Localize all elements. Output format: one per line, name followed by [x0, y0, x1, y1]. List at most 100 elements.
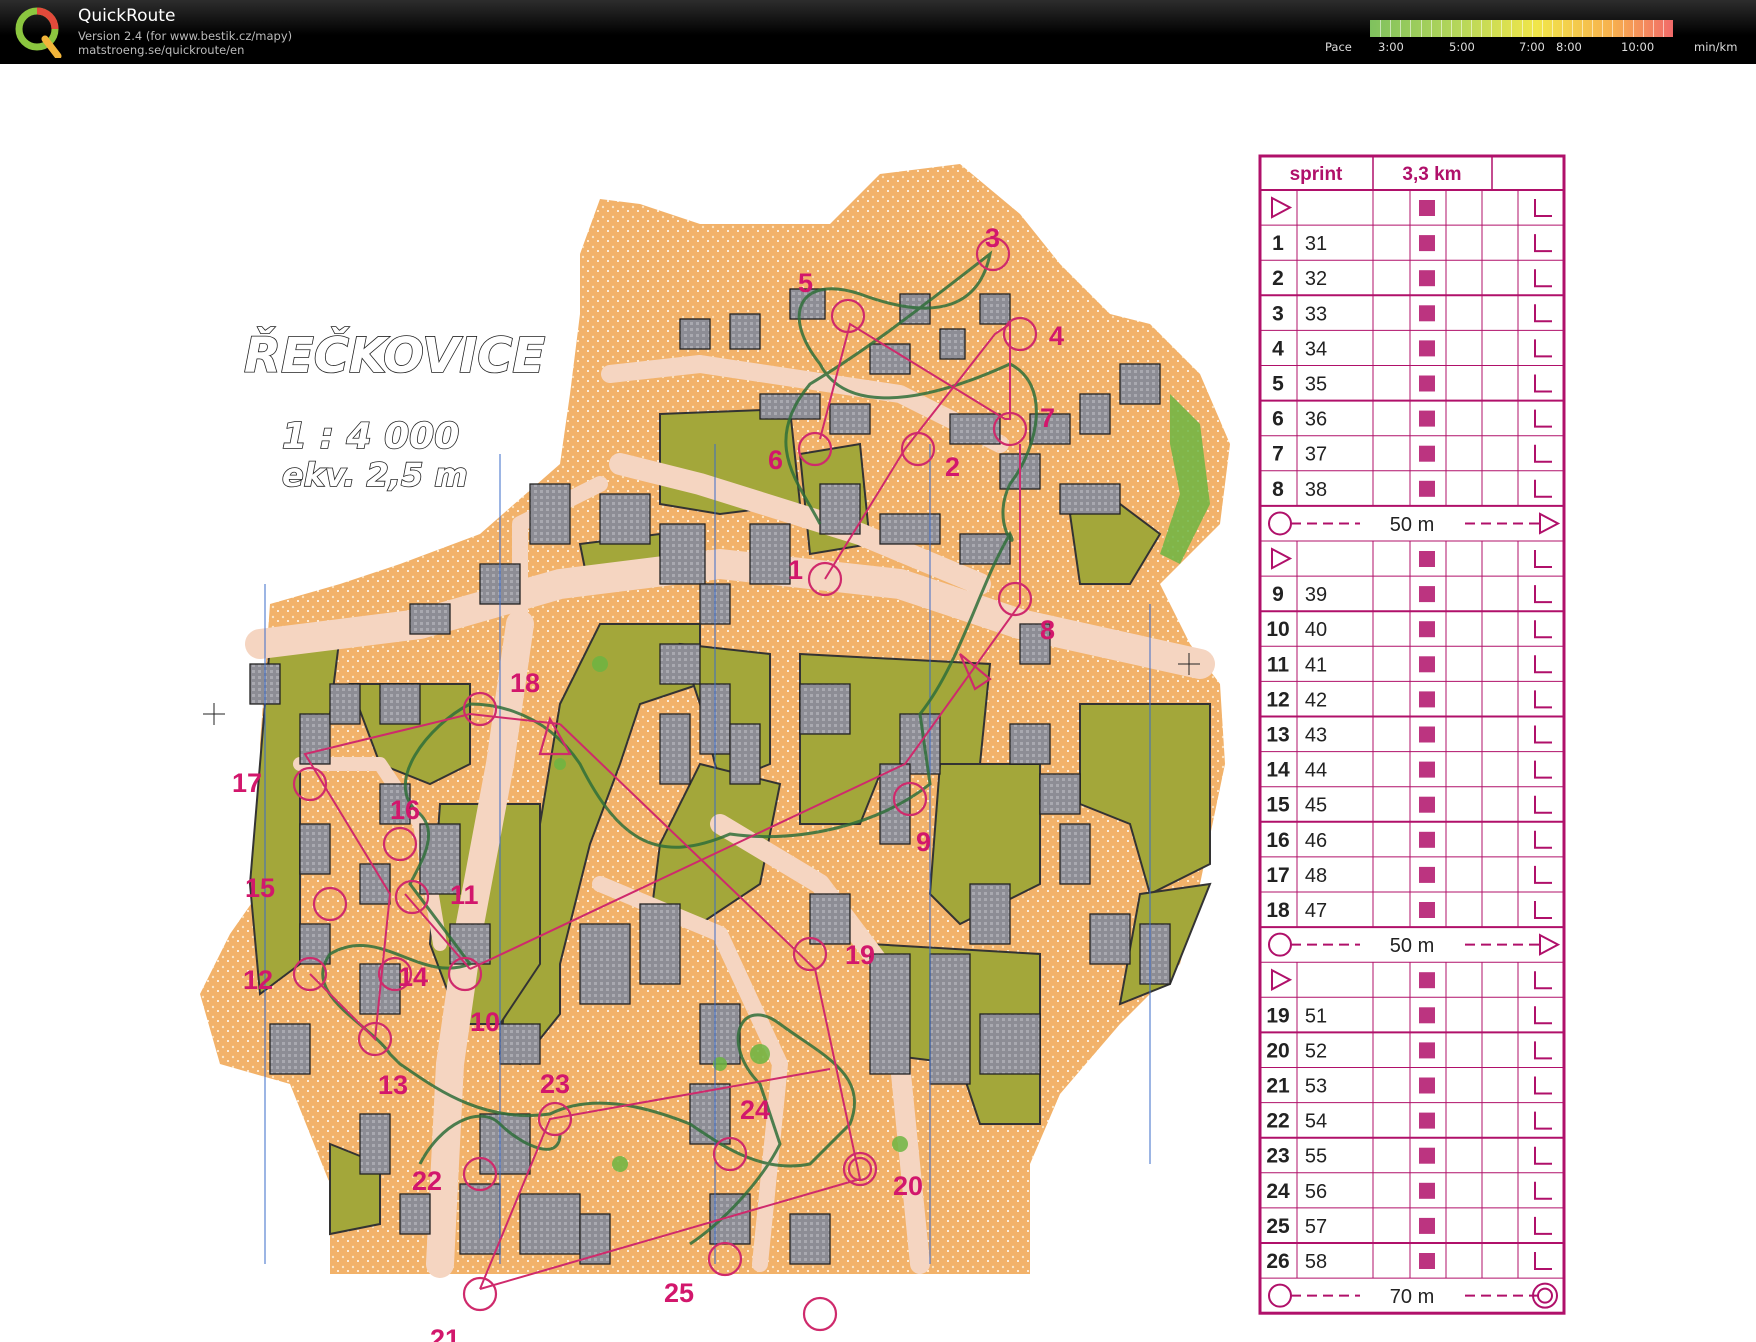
feature-symbol-icon [1419, 1182, 1435, 1199]
feature-symbol-icon [1419, 831, 1435, 848]
orienteering-map[interactable]: ŘEČKOVICE 1 : 4 000 ekv. 2,5 m 1 2 3 4 5… [0, 64, 1756, 1342]
feature-symbol-icon [1419, 410, 1435, 427]
pace-scale-segment [1541, 20, 1543, 37]
control-number: 12 [243, 965, 273, 995]
control-seq-number: 26 [1266, 1250, 1289, 1273]
pace-scale-segment [1460, 20, 1462, 37]
pace-scale-segment [1662, 20, 1664, 37]
pace-scale-segment [1551, 20, 1553, 37]
control-seq-number: 8 [1272, 478, 1284, 501]
control-seq-number: 25 [1266, 1215, 1290, 1238]
pace-tick: 10:00 [1621, 40, 1655, 54]
control-seq-number: 21 [1266, 1075, 1290, 1098]
pace-scale-segment [1642, 20, 1644, 37]
control-seq-number: 15 [1266, 794, 1290, 817]
pace-tick: 8:00 [1556, 40, 1582, 54]
feature-symbol-icon [1419, 1217, 1435, 1234]
pace-scale-segment [1400, 20, 1402, 37]
control-number: 14 [398, 962, 428, 992]
feature-symbol-icon [1419, 902, 1435, 918]
pace-scale-segment [1380, 20, 1382, 37]
pace-scale-segment [1592, 20, 1594, 37]
control-number: 1 [788, 555, 803, 585]
control-seq-number: 20 [1266, 1039, 1289, 1062]
pace-tick: 5:00 [1449, 40, 1475, 54]
feature-symbol-icon [1419, 586, 1435, 603]
pace-scale-segment [1440, 20, 1442, 37]
pace-scale-segment [1622, 20, 1624, 37]
control-number: 25 [664, 1278, 694, 1308]
control-number: 11 [450, 880, 479, 910]
control-code: 43 [1305, 725, 1327, 747]
control-number: 2 [945, 452, 960, 482]
control-number: 4 [1049, 321, 1064, 351]
control-number: 3 [985, 223, 1000, 253]
control-number: 10 [470, 1007, 500, 1037]
control-number: 16 [390, 795, 420, 825]
feature-symbol-icon [1419, 726, 1435, 743]
pace-scale-segment [1511, 20, 1513, 37]
control-code: 34 [1305, 338, 1327, 360]
control-number: 20 [893, 1171, 923, 1201]
control-number: 18 [510, 668, 540, 698]
control-seq-number: 12 [1266, 688, 1289, 711]
finish-distance: 70 m [1390, 1286, 1434, 1308]
control-code: 47 [1305, 900, 1327, 922]
pace-scale-segment [1430, 20, 1432, 37]
feature-symbol-icon [1419, 1042, 1435, 1059]
pace-scale-segment [1612, 20, 1614, 37]
control-seq-number: 22 [1266, 1110, 1289, 1133]
feature-symbol-icon [1419, 621, 1435, 638]
quickroute-logo-icon [15, 7, 62, 58]
pace-scale-segment [1531, 20, 1533, 37]
pace-scale-segment [1561, 20, 1563, 37]
feature-symbol-icon [1419, 445, 1435, 462]
pace-scale-segment [1572, 20, 1573, 37]
control-number: 13 [378, 1070, 408, 1100]
marked-route-distance: 50 m [1390, 514, 1434, 536]
control-code: 53 [1305, 1076, 1327, 1098]
control-code: 39 [1305, 584, 1327, 606]
control-seq-number: 24 [1266, 1180, 1290, 1203]
pace-scale-segment [1582, 20, 1584, 37]
control-code: 40 [1305, 619, 1327, 641]
control-seq-number: 6 [1272, 408, 1284, 431]
control-code: 33 [1305, 303, 1327, 325]
title-bar: QuickRoute Version 2.4 (for www.bestik.c… [0, 0, 1756, 64]
pace-scale-segment [1602, 20, 1604, 37]
map-name: ŘEČKOVICE [244, 327, 545, 384]
control-code: 32 [1305, 268, 1327, 290]
feature-symbol-icon [1419, 1147, 1435, 1164]
control-seq-number: 18 [1266, 899, 1290, 922]
control-code: 54 [1305, 1111, 1327, 1133]
control-seq-number: 23 [1266, 1145, 1289, 1168]
control-code: 31 [1305, 233, 1327, 255]
feature-symbol-icon [1419, 235, 1435, 252]
feature-symbol-icon [1419, 1253, 1435, 1269]
course-length: 3,3 km [1402, 164, 1461, 185]
control-code: 37 [1305, 444, 1327, 466]
pace-color-scale [1370, 20, 1673, 37]
control-seq-number: 13 [1266, 724, 1289, 747]
feature-symbol-icon [1419, 1007, 1435, 1024]
pace-scale-segment [1481, 20, 1483, 37]
pace-scale-segment [1390, 20, 1392, 37]
control-seq-number: 5 [1272, 373, 1284, 396]
control-number: 8 [1040, 615, 1055, 645]
feature-symbol-icon [1419, 340, 1435, 357]
control-code: 46 [1305, 830, 1327, 852]
map-scale: 1 : 4 000 [282, 416, 459, 457]
map-canvas[interactable]: ŘEČKOVICE 1 : 4 000 ekv. 2,5 m 1 2 3 4 5… [0, 64, 1756, 1342]
map-contour-interval: ekv. 2,5 m [282, 456, 468, 494]
control-code: 58 [1305, 1251, 1327, 1273]
feature-symbol-icon [1419, 866, 1435, 883]
control-seq-number: 10 [1266, 618, 1289, 641]
control-seq-number: 1 [1272, 232, 1284, 255]
control-seq-number: 4 [1272, 337, 1284, 360]
pace-scale-segment [1410, 20, 1412, 37]
control-seq-number: 2 [1272, 267, 1284, 290]
control-code: 57 [1305, 1216, 1327, 1238]
control-seq-number: 9 [1272, 583, 1284, 606]
marked-route-distance: 50 m [1390, 935, 1434, 957]
pace-scale-segment [1632, 20, 1634, 37]
